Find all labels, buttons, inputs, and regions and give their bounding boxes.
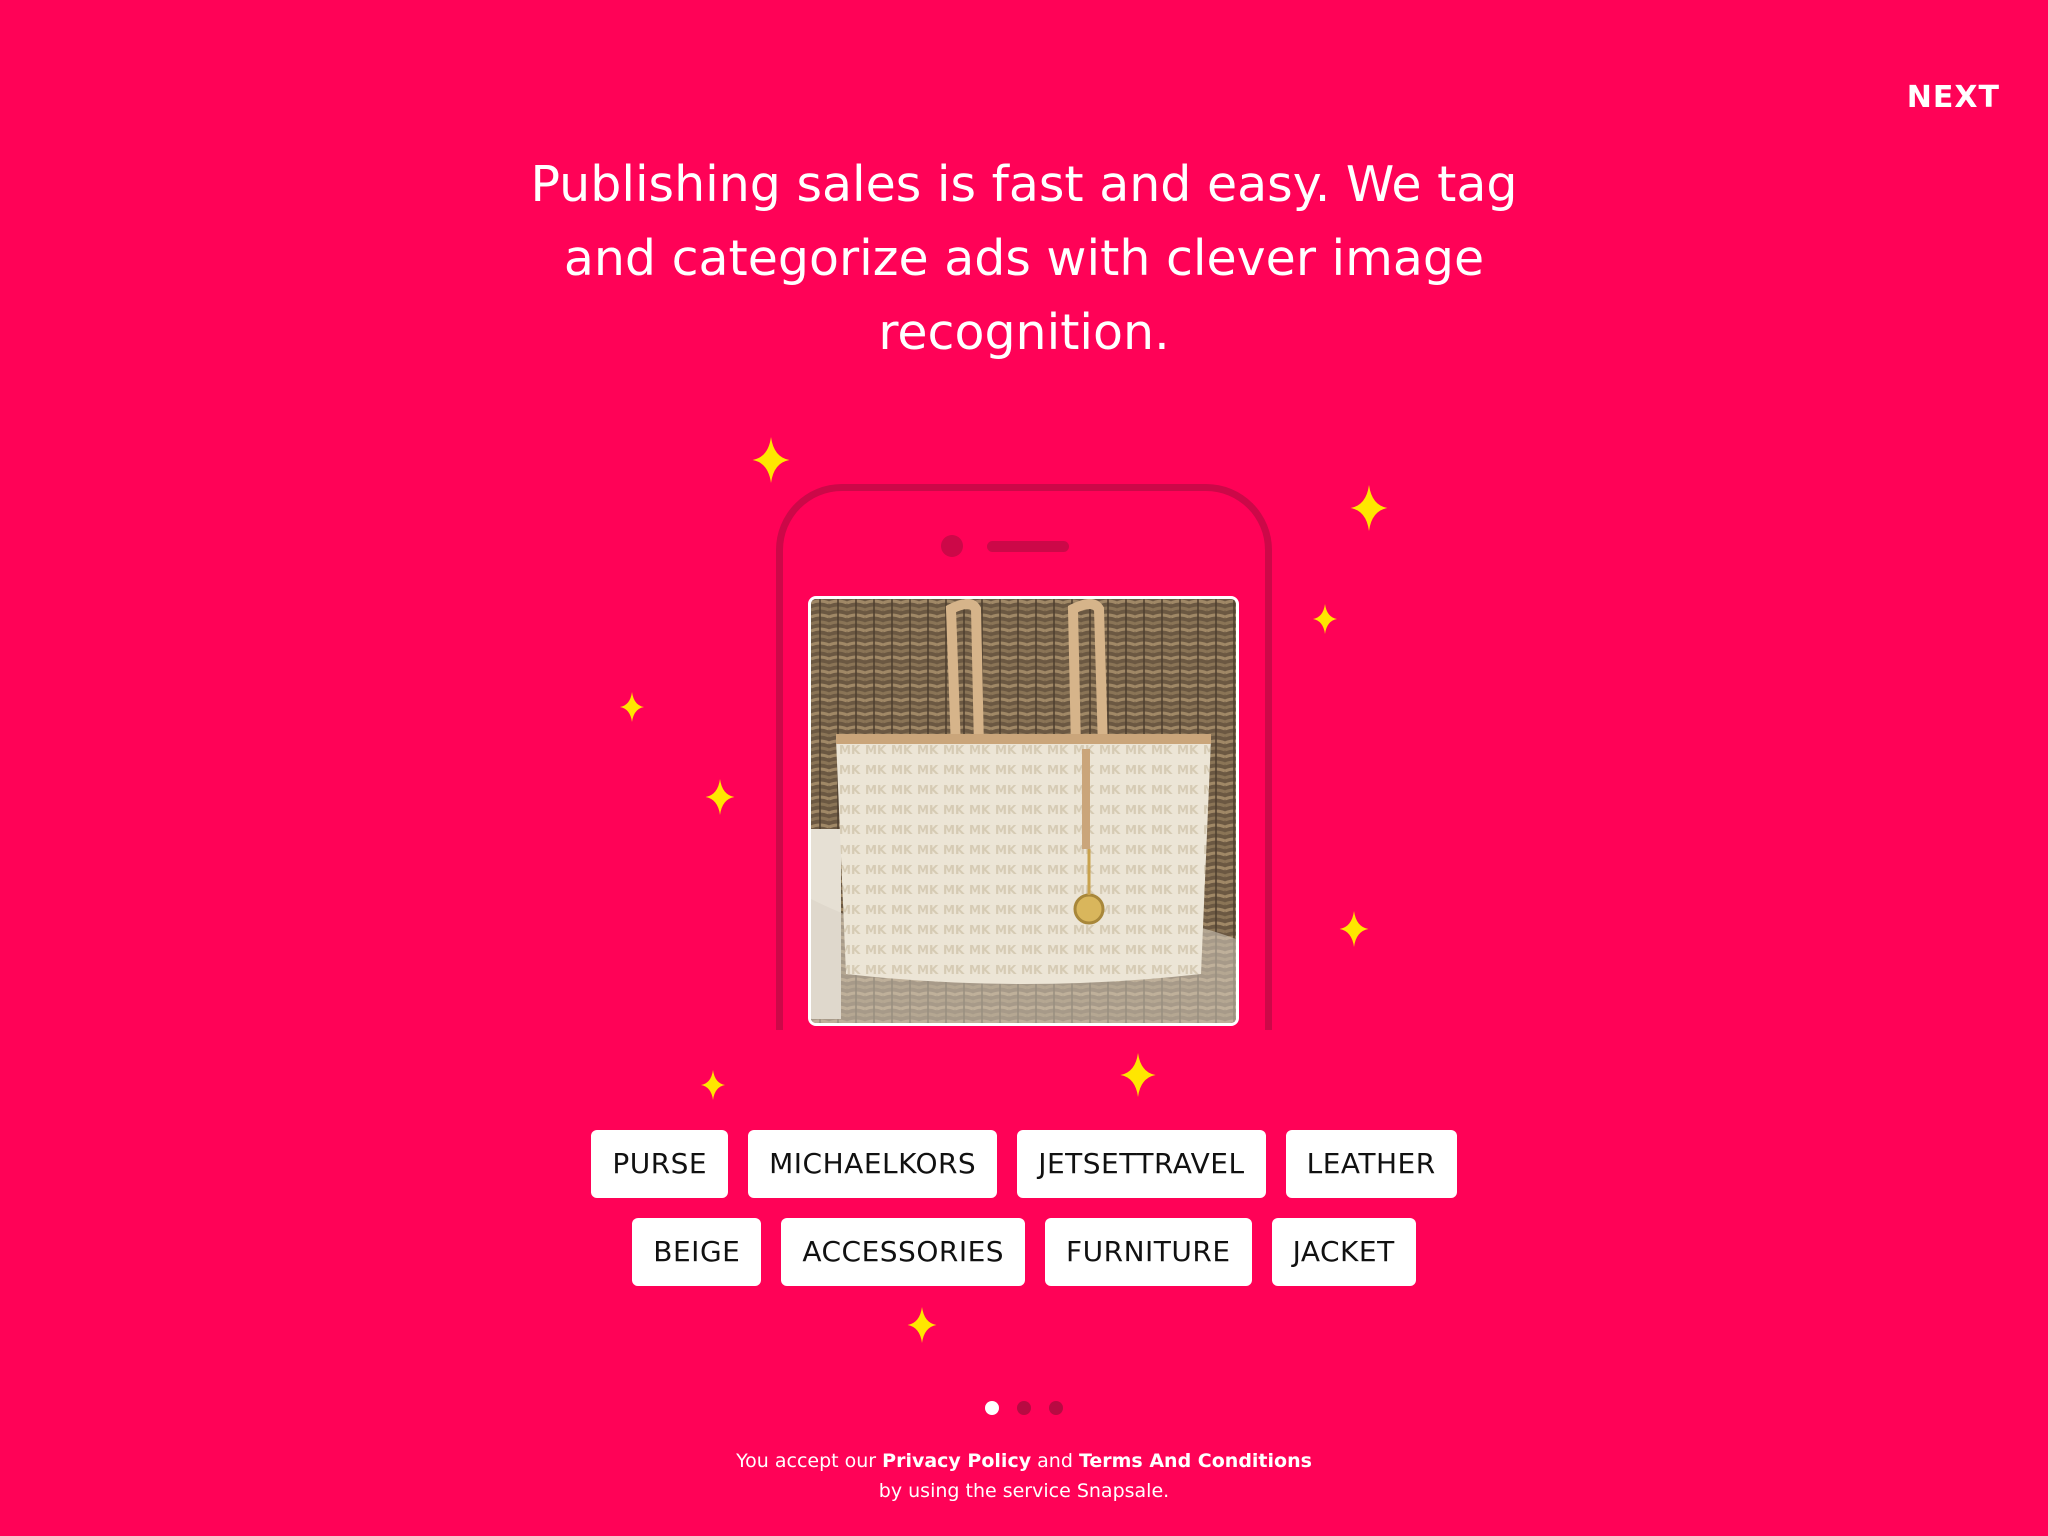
legal-footer: You accept our Privacy Policy and Terms … bbox=[0, 1446, 2048, 1506]
tag-chip[interactable]: BEIGE bbox=[632, 1218, 762, 1286]
onboarding-screen: NEXT Publishing sales is fast and easy. … bbox=[0, 0, 2048, 1536]
legal-and: and bbox=[1037, 1450, 1073, 1472]
tag-list: PURSE MICHAELKORS JETSETTRAVEL LEATHER B… bbox=[0, 1130, 2048, 1306]
sparkle-icon bbox=[1339, 911, 1369, 947]
page-indicator bbox=[0, 1401, 2048, 1415]
sparkle-icon bbox=[1350, 485, 1388, 531]
tag-chip[interactable]: JETSETTRAVEL bbox=[1017, 1130, 1266, 1198]
sparkle-icon bbox=[1313, 604, 1337, 634]
headline-line-3: recognition. bbox=[878, 304, 1170, 361]
headline-line-1: Publishing sales is fast and easy. We ta… bbox=[530, 156, 1518, 213]
phone-camera bbox=[941, 535, 963, 557]
sparkle-icon bbox=[620, 692, 644, 722]
privacy-policy-link[interactable]: Privacy Policy bbox=[882, 1450, 1031, 1472]
terms-link[interactable]: Terms And Conditions bbox=[1079, 1450, 1312, 1472]
tag-chip[interactable]: LEATHER bbox=[1285, 1130, 1457, 1198]
product-photo: MK bbox=[808, 596, 1239, 1026]
sparkle-icon bbox=[1120, 1053, 1156, 1097]
sparkle-icon bbox=[752, 437, 790, 483]
legal-prefix: You accept our bbox=[736, 1450, 877, 1472]
phone-speaker bbox=[987, 541, 1069, 552]
tag-chip[interactable]: MICHAELKORS bbox=[748, 1130, 998, 1198]
page-dot-3[interactable] bbox=[1049, 1401, 1063, 1415]
page-dot-2[interactable] bbox=[1017, 1401, 1031, 1415]
tag-chip[interactable]: ACCESSORIES bbox=[781, 1218, 1026, 1286]
legal-line-1: You accept our Privacy Policy and Terms … bbox=[0, 1446, 2048, 1476]
tag-chip[interactable]: PURSE bbox=[591, 1130, 729, 1198]
legal-line-2: by using the service Snapsale. bbox=[878, 1480, 1170, 1502]
next-button[interactable]: NEXT bbox=[1907, 80, 2000, 115]
tag-chip[interactable]: FURNITURE bbox=[1045, 1218, 1252, 1286]
sparkle-icon bbox=[907, 1307, 937, 1343]
sparkle-icon bbox=[701, 1070, 725, 1100]
page-headline: Publishing sales is fast and easy. We ta… bbox=[474, 148, 1574, 370]
sparkle-icon bbox=[705, 779, 735, 815]
tag-row-2: BEIGE ACCESSORIES FURNITURE JACKET bbox=[0, 1218, 2048, 1286]
tag-row-1: PURSE MICHAELKORS JETSETTRAVEL LEATHER bbox=[0, 1130, 2048, 1198]
headline-line-2: and categorize ads with clever image bbox=[563, 230, 1485, 287]
page-dot-1[interactable] bbox=[985, 1401, 999, 1415]
tag-chip[interactable]: JACKET bbox=[1271, 1218, 1416, 1286]
